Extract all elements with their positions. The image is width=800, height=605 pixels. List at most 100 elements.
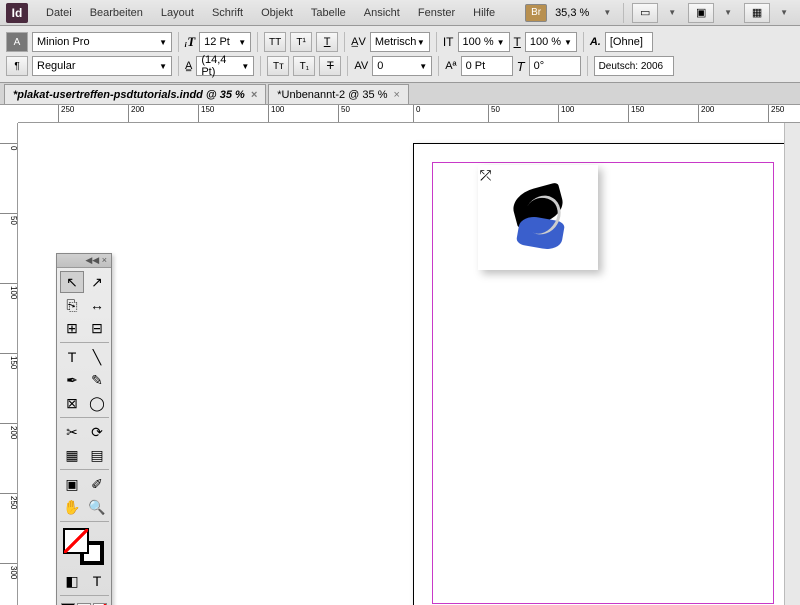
close-icon[interactable]: × [251, 89, 257, 101]
underline-button[interactable]: T [316, 32, 338, 52]
note-tool[interactable]: ▣ [60, 473, 84, 495]
ruler-tick: 300 [0, 563, 18, 579]
tab-document-2[interactable]: *Unbenannt-2 @ 35 % × [268, 84, 409, 104]
rectangle-frame-tool[interactable]: ⊠ [60, 392, 84, 414]
divider [260, 56, 261, 76]
chevron-down-icon[interactable]: ▼ [774, 8, 794, 17]
ruler-tick: 100 [0, 283, 18, 299]
pencil-tool[interactable]: ✎ [85, 369, 109, 391]
zoom-tool[interactable]: 🔍 [85, 496, 109, 518]
divider [178, 56, 179, 76]
eyedropper-tool[interactable]: ✐ [85, 473, 109, 495]
skew-select[interactable]: 0° [529, 56, 581, 76]
ruler-tick: 200 [0, 423, 18, 439]
menu-bearbeiten[interactable]: Bearbeiten [82, 3, 151, 23]
canvas[interactable]: ⤱ ◀◀ × ↖ ↗ ⎘ ↔ ⊞ ⊟ T ╲ ✒ ✎ ⊠ ◯ ✂ ⟳ ▦ [18, 123, 784, 605]
zoom-dropdown-icon[interactable]: ▼ [597, 8, 617, 17]
placed-image-frame[interactable] [478, 165, 598, 270]
ruler-tick: 100 [558, 105, 574, 123]
pen-tool[interactable]: ✒ [60, 369, 84, 391]
hand-tool[interactable]: ✋ [60, 496, 84, 518]
character-mode-button[interactable]: A [6, 32, 28, 52]
kerning-select[interactable]: Metrisch▼ [370, 32, 430, 52]
ruler-tick: 150 [0, 353, 18, 369]
content-collector-tool[interactable]: ⊞ [60, 317, 84, 339]
panel-collapse-icon[interactable]: ◀◀ × [57, 254, 111, 268]
charstyle-select[interactable]: [Ohne] [605, 32, 653, 52]
superscript-button[interactable]: T¹ [290, 32, 312, 52]
line-tool[interactable]: ╲ [85, 346, 109, 368]
skew-icon: T [517, 59, 525, 74]
menu-datei[interactable]: Datei [38, 3, 80, 23]
baseline-select[interactable]: 0 Pt [461, 56, 513, 76]
ruler-tick: 100 [268, 105, 284, 123]
formatting-text-button[interactable]: T [85, 570, 109, 592]
ruler-tick: 200 [698, 105, 714, 123]
chevron-down-icon[interactable]: ▼ [718, 8, 738, 17]
page-tool[interactable]: ⎘ [60, 294, 84, 316]
close-icon[interactable]: × [393, 89, 399, 101]
menu-fenster[interactable]: Fenster [410, 3, 463, 23]
charstyle-icon: A. [590, 36, 601, 48]
fill-stroke-proxy[interactable] [64, 529, 104, 565]
font-size-select[interactable]: 12 Pt▼ [199, 32, 251, 52]
bridge-icon[interactable]: Br [525, 4, 547, 22]
direct-selection-tool[interactable]: ↗ [85, 271, 109, 293]
vscale-select[interactable]: 100 %▼ [458, 32, 510, 52]
subscript-button[interactable]: T₁ [293, 56, 315, 76]
tracking-select[interactable]: 0▼ [372, 56, 432, 76]
type-tool[interactable]: T [60, 346, 84, 368]
screen-mode-button[interactable]: ▣ [688, 3, 714, 23]
free-transform-tool[interactable]: ⟳ [85, 421, 109, 443]
divider [438, 56, 439, 76]
ruler-tick: 150 [628, 105, 644, 123]
font-style-select[interactable]: Regular▼ [32, 56, 172, 76]
tools-panel[interactable]: ◀◀ × ↖ ↗ ⎘ ↔ ⊞ ⊟ T ╲ ✒ ✎ ⊠ ◯ ✂ ⟳ ▦ ▤ [56, 253, 112, 605]
smallcaps-button[interactable]: Tᴛ [267, 56, 289, 76]
paragraph-mode-button[interactable]: ¶ [6, 56, 28, 76]
ruler-tick: 250 [58, 105, 74, 123]
tab-document-1[interactable]: *plakat-usertreffen-psdtutorials.indd @ … [4, 84, 266, 104]
menu-ansicht[interactable]: Ansicht [356, 3, 408, 23]
chevron-down-icon[interactable]: ▼ [662, 8, 682, 17]
scrollbar-vertical[interactable] [784, 123, 800, 605]
image-content [503, 183, 573, 253]
gap-tool[interactable]: ↔ [85, 294, 109, 316]
ruler-horizontal[interactable]: 25020015010050050100150200250 [18, 105, 800, 123]
divider [347, 56, 348, 76]
gradient-feather-tool[interactable]: ▤ [85, 444, 109, 466]
menu-layout[interactable]: Layout [153, 3, 202, 23]
document-tabs: *plakat-usertreffen-psdtutorials.indd @ … [0, 83, 800, 105]
selection-tool[interactable]: ↖ [60, 271, 84, 293]
divider [587, 56, 588, 76]
menubar: Id Datei Bearbeiten Layout Schrift Objek… [0, 0, 800, 26]
font-size-icon: ᵢT [185, 34, 195, 50]
arrange-button[interactable]: ▦ [744, 3, 770, 23]
zoom-level[interactable]: 35,3 % [551, 7, 593, 19]
vscale-icon: IT [443, 35, 454, 49]
scissors-tool[interactable]: ✂ [60, 421, 84, 443]
view-options-button[interactable]: ▭ [632, 3, 658, 23]
formatting-container-button[interactable]: ◧ [60, 570, 84, 592]
language-select[interactable]: Deutsch: 2006 [594, 56, 674, 76]
leading-icon: A͇ [185, 60, 192, 72]
menu-hilfe[interactable]: Hilfe [465, 3, 503, 23]
tab-label: *Unbenannt-2 @ 35 % [277, 89, 387, 101]
ruler-vertical[interactable]: 050100150200250300 [0, 123, 18, 605]
app-logo: Id [6, 3, 28, 23]
hscale-icon: T [514, 35, 521, 49]
font-family-select[interactable]: Minion Pro▼ [32, 32, 172, 52]
menu-objekt[interactable]: Objekt [253, 3, 301, 23]
leading-select[interactable]: (14,4 Pt)▼ [196, 56, 254, 76]
menu-tabelle[interactable]: Tabelle [303, 3, 354, 23]
strikethrough-button[interactable]: T [319, 56, 341, 76]
allcaps-button[interactable]: TT [264, 32, 286, 52]
divider [583, 32, 584, 52]
ellipse-tool[interactable]: ◯ [85, 392, 109, 414]
gradient-swatch-tool[interactable]: ▦ [60, 444, 84, 466]
tracking-icon: AV [354, 60, 368, 72]
menu-schrift[interactable]: Schrift [204, 3, 251, 23]
fill-swatch[interactable] [64, 529, 88, 553]
hscale-select[interactable]: 100 %▼ [525, 32, 577, 52]
content-placer-tool[interactable]: ⊟ [85, 317, 109, 339]
